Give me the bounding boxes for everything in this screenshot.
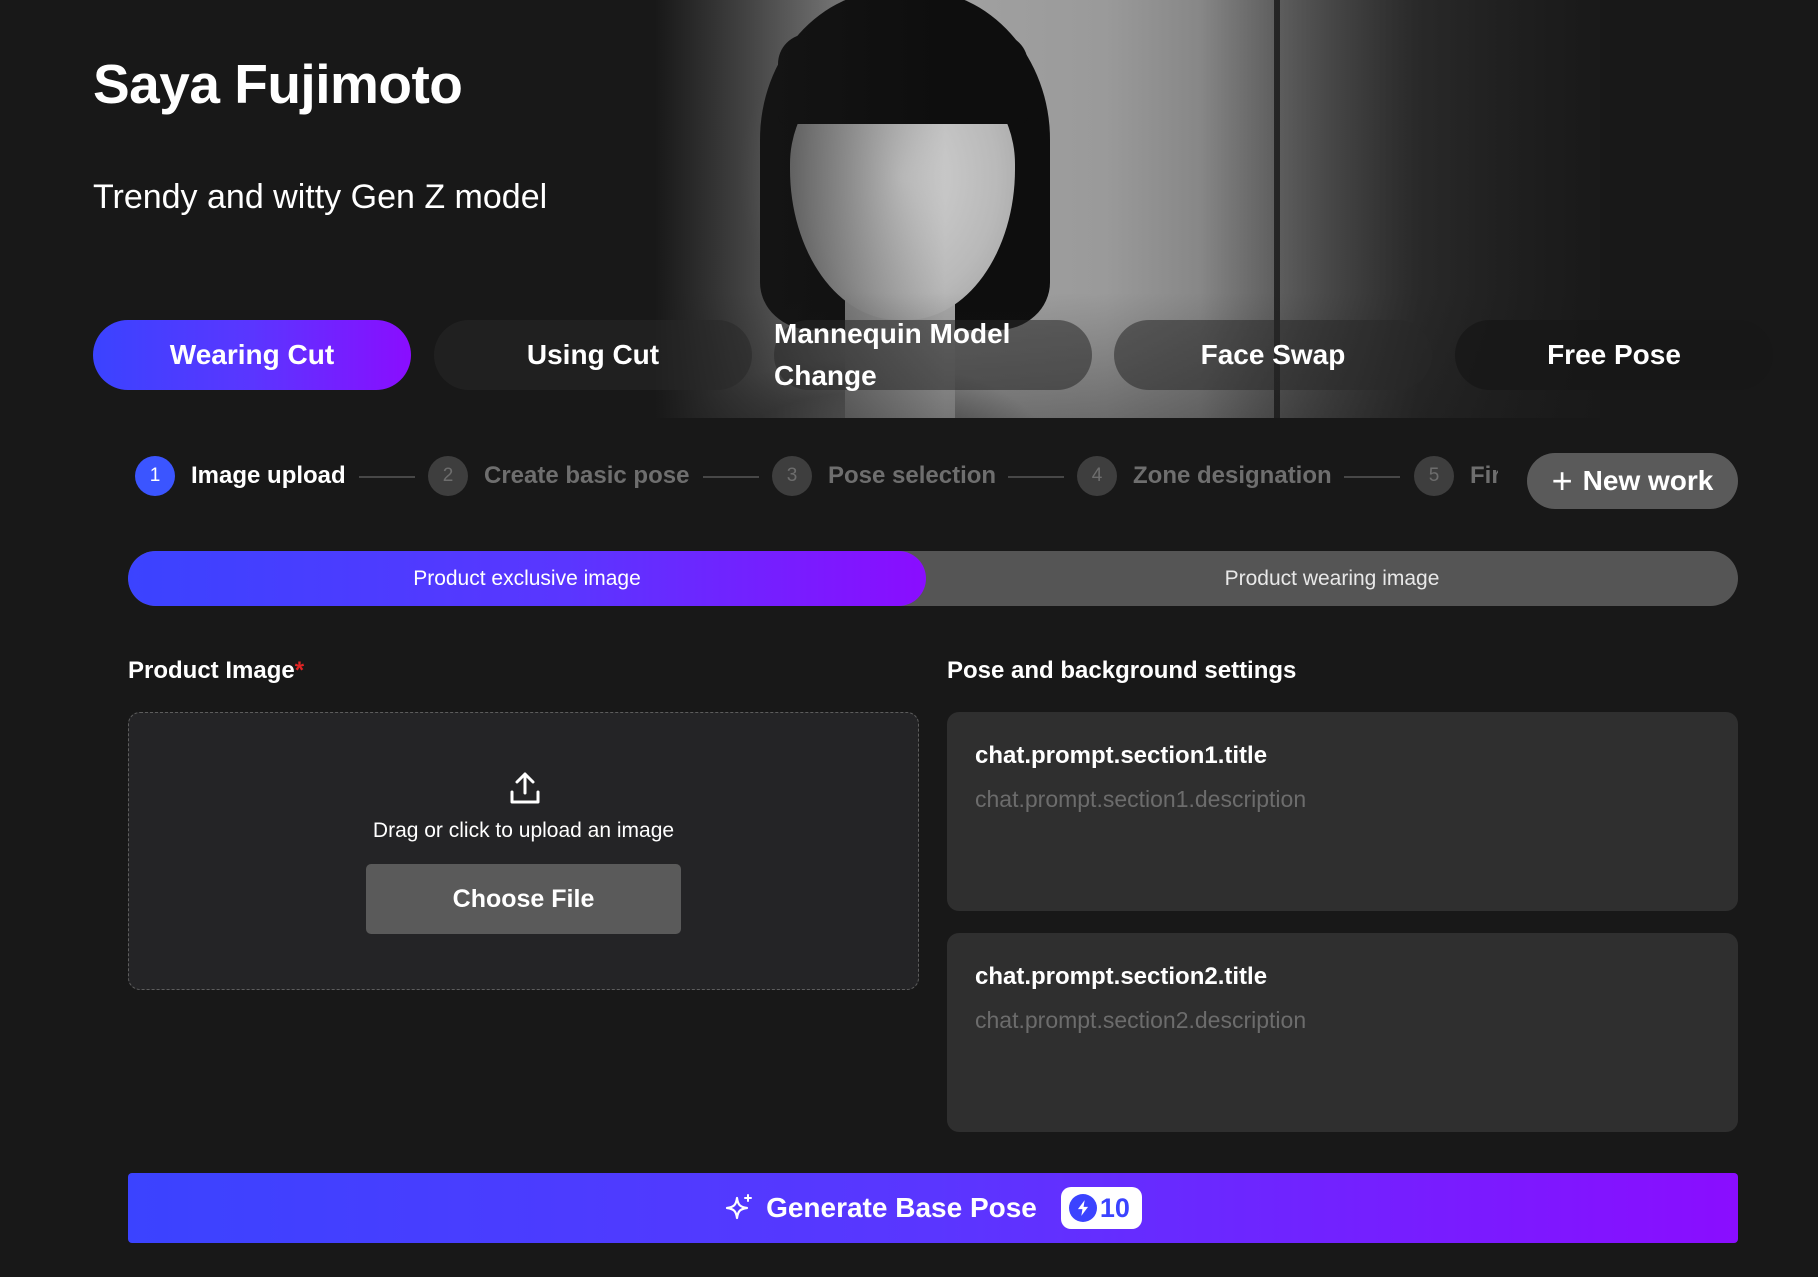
tab-label: Using Cut — [526, 339, 660, 370]
step-zone-designation[interactable]: 4 Zone designation — [1077, 455, 1332, 497]
generate-base-pose-button[interactable]: Generate Base Pose 10 — [128, 1173, 1738, 1243]
option-product-wearing-image[interactable]: Product wearing image — [926, 551, 1738, 606]
image-dropzone[interactable]: Drag or click to upload an image Choose … — [128, 712, 919, 990]
model-tagline: Trendy and witty Gen Z model — [93, 178, 548, 216]
tab-label: Mannequin Model Change — [774, 318, 1011, 391]
prompt-section-1[interactable]: chat.prompt.section1.title chat.prompt.s… — [947, 712, 1738, 911]
product-image-label: Product Image* — [128, 657, 304, 685]
step-number: 2 — [428, 456, 468, 496]
step-connector — [359, 476, 415, 478]
option-product-exclusive-image[interactable]: Product exclusive image — [128, 551, 926, 606]
prompt-section-title: chat.prompt.section2.title — [975, 963, 1268, 990]
choose-file-button[interactable]: Choose File — [366, 864, 681, 934]
stepper: 1 Image upload 2 Create basic pose 3 Pos… — [120, 440, 1498, 510]
credit-cost: 10 — [1099, 1192, 1130, 1223]
product-image-label-text: Product Image — [128, 657, 295, 684]
step-final[interactable]: 5 Fir — [1414, 455, 1498, 497]
step-image-upload[interactable]: 1 Image upload — [135, 455, 346, 497]
upload-icon — [510, 772, 540, 804]
step-number: 1 — [135, 456, 175, 496]
pose-settings-label: Pose and background settings — [947, 657, 1297, 684]
prompt-section-description: chat.prompt.section2.description — [975, 1007, 1307, 1033]
tab-face-swap[interactable]: Face Swap — [1114, 320, 1432, 390]
prompt-section-2[interactable]: chat.prompt.section2.title chat.prompt.s… — [947, 933, 1738, 1132]
generate-label: Generate Base Pose — [766, 1192, 1037, 1223]
step-number: 3 — [772, 456, 812, 496]
upload-instructions: Drag or click to upload an image — [372, 819, 675, 842]
model-name: Saya Fujimoto — [93, 53, 463, 115]
tab-label: Face Swap — [1200, 339, 1346, 370]
tab-label: Wearing Cut — [169, 339, 335, 370]
plus-icon: + — [1551, 460, 1573, 501]
step-number: 5 — [1414, 456, 1454, 496]
step-label: Image upload — [191, 462, 346, 489]
tab-using-cut[interactable]: Using Cut — [434, 320, 752, 390]
step-create-basic-pose[interactable]: 2 Create basic pose — [428, 455, 689, 497]
tab-wearing-cut[interactable]: Wearing Cut — [93, 320, 411, 390]
step-label: Fir — [1470, 462, 1498, 489]
image-type-toggle: Product exclusive image Product wearing … — [128, 551, 1738, 606]
credit-cost-badge: 10 — [1060, 1187, 1142, 1229]
tab-free-pose[interactable]: Free Pose — [1455, 320, 1773, 390]
prompt-section-title: chat.prompt.section1.title — [975, 742, 1268, 769]
step-connector — [703, 476, 759, 478]
step-connector — [1008, 476, 1064, 478]
prompt-section-description: chat.prompt.section1.description — [975, 786, 1307, 812]
sparkle-icon — [725, 1194, 753, 1220]
tab-mannequin-model-change[interactable]: Mannequin Model Change — [774, 318, 1092, 391]
step-label: Create basic pose — [484, 462, 690, 489]
new-work-button[interactable]: + New work — [1527, 453, 1738, 509]
bolt-icon — [1068, 1194, 1097, 1222]
step-pose-selection[interactable]: 3 Pose selection — [772, 455, 996, 497]
step-label: Pose selection — [828, 462, 997, 489]
tab-label: Free Pose — [1547, 339, 1681, 370]
step-connector — [1344, 476, 1400, 478]
new-work-label: New work — [1582, 465, 1714, 496]
step-number: 4 — [1077, 456, 1117, 496]
step-label: Zone designation — [1133, 462, 1332, 489]
required-mark: * — [294, 657, 305, 684]
